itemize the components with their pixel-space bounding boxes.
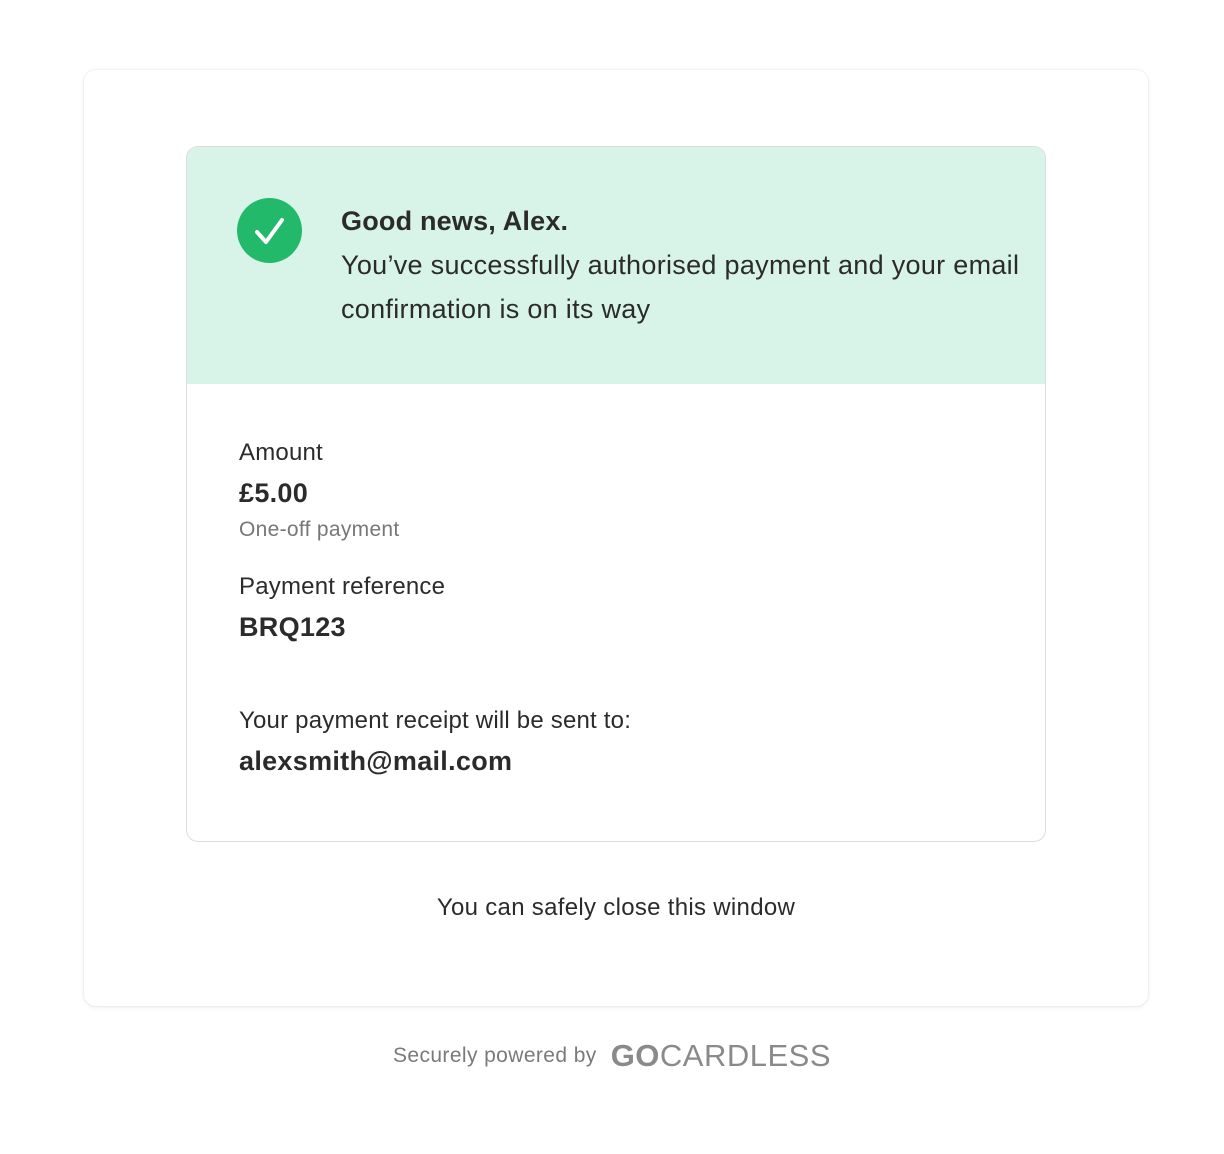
footer: Securely powered by GOCARDLESS [0, 1036, 1224, 1076]
confirmation-card: Good news, Alex. You’ve successfully aut… [84, 70, 1148, 1006]
receipt-label: Your payment receipt will be sent to: [239, 707, 632, 734]
page: Good news, Alex. You’ve successfully aut… [0, 0, 1224, 1154]
payment-details: Amount £5.00 One-off payment Payment ref… [239, 437, 999, 779]
logo-cardless-text: CARDLESS [659, 1038, 832, 1073]
receipt-email: alexsmith@mail.com [239, 746, 513, 776]
amount-value: £5.00 [239, 478, 309, 508]
amount-type: One-off payment [239, 518, 400, 541]
success-message: You’ve successfully authorised payment a… [341, 250, 1020, 324]
success-banner: Good news, Alex. You’ve successfully aut… [187, 147, 1045, 384]
reference-label: Payment reference [239, 573, 446, 600]
powered-by-label: Securely powered by [392, 1044, 597, 1067]
amount-label: Amount [239, 439, 323, 466]
banner-text: Good news, Alex. You’ve successfully aut… [341, 199, 1021, 331]
reference-value: BRQ123 [239, 612, 346, 642]
gocardless-logo: GOCARDLESS [611, 1038, 831, 1073]
payment-summary-panel: Good news, Alex. You’ve successfully aut… [186, 146, 1046, 842]
check-circle-icon [237, 198, 302, 263]
logo-go-text: GO [610, 1038, 660, 1073]
success-heading: Good news, Alex. [341, 206, 569, 236]
close-window-note: You can safely close this window [436, 894, 796, 921]
